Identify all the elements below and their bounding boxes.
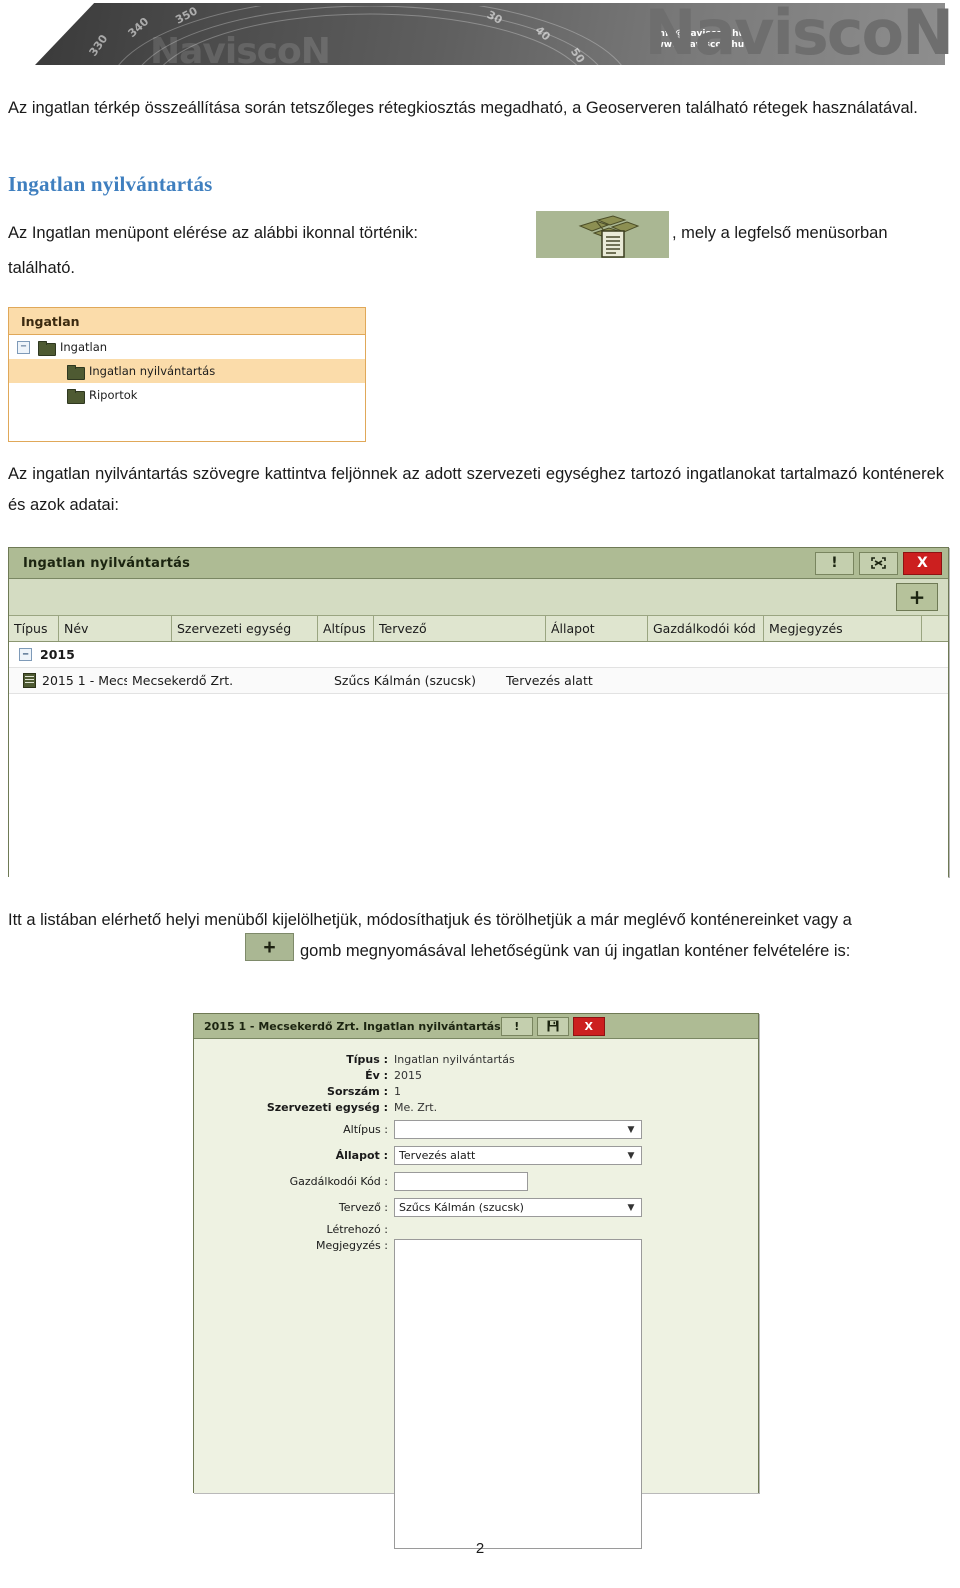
icon-sentence-after: , mely a legfelső menüsorban [672, 224, 888, 242]
altipus-select[interactable]: ▼ [394, 1120, 642, 1139]
field-row-altipus: Altípus : ▼ [194, 1120, 758, 1139]
folder-icon [67, 388, 85, 404]
save-button[interactable] [536, 1016, 569, 1036]
tree-item-label: Riportok [89, 388, 138, 402]
tree-item-label: Ingatlan [60, 340, 108, 354]
tree-item-label: Ingatlan nyilvántartás [89, 364, 216, 378]
column-header-tervezo[interactable]: Tervező [374, 616, 546, 641]
ingatlan-menu-icon-swatch [536, 211, 669, 258]
page-number: 2 [475, 1540, 485, 1557]
field-value-sorszam: 1 [394, 1085, 401, 1098]
floppy-disk-icon [547, 1020, 559, 1032]
tree-item-ingatlan[interactable]: − Ingatlan [9, 335, 365, 359]
field-label-letrehozo: Létrehozó : [326, 1223, 388, 1236]
field-row-tipus: Típus : Ingatlan nyilvántartás [194, 1053, 758, 1066]
field-value-ev: 2015 [394, 1069, 422, 1082]
window-title-bar: Ingatlan nyilvántartás ! X [9, 548, 948, 579]
field-row-szervezeti-egyseg: Szervezeti egység : Me. Zrt. [194, 1101, 758, 1114]
collapse-toggle-icon[interactable]: − [17, 340, 30, 354]
ingatlan-nyilvantartas-window: Ingatlan nyilvántartás ! X + Típus Név S… [8, 547, 949, 880]
column-header-altipus[interactable]: Altípus [318, 616, 374, 641]
dialog-title-bar: 2015 1 - Mecsekerdő Zrt. Ingatlan nyilvá… [194, 1014, 758, 1039]
naviscon-logo: NaviscoN [644, 0, 954, 69]
field-value-szervezeti-egyseg: Me. Zrt. [394, 1101, 438, 1114]
maximize-button[interactable] [859, 551, 898, 575]
column-header-megjegyzes[interactable]: Megjegyzés [764, 616, 922, 641]
tervezo-select[interactable]: Szűcs Kálmán (szucsk) ▼ [394, 1198, 642, 1217]
info-button[interactable]: ! [815, 551, 854, 575]
page-banner: NaviscoN 330 340 350 30 40 50 info@navis… [0, 0, 960, 78]
list-caption-part2: gomb megnyomásával lehetőségünk van új i… [300, 942, 851, 960]
list-caption-part1: Itt a listában elérhető helyi menüből ki… [8, 911, 852, 929]
folder-icon [38, 340, 56, 356]
gazdalkodoi-kod-input[interactable] [394, 1172, 528, 1191]
grid-header-row: Típus Név Szervezeti egység Altípus Terv… [9, 616, 948, 642]
ingatlan-tree-panel: Ingatlan − Ingatlan Ingatlan nyilvántart… [8, 307, 366, 442]
column-header-allapot[interactable]: Állapot [546, 616, 648, 641]
dialog-title-text: 2015 1 - Mecsekerdő Zrt. Ingatlan nyilvá… [204, 1019, 501, 1033]
field-row-tervezo: Tervező : Szűcs Kálmán (szucsk) ▼ [194, 1198, 758, 1217]
container-detail-dialog: 2015 1 - Mecsekerdő Zrt. Ingatlan nyilvá… [193, 1013, 759, 1549]
tree-item-ingatlan-nyilvantartas[interactable]: Ingatlan nyilvántartás [9, 359, 365, 383]
dialog-body: Típus : Ingatlan nyilvántartás Év : 2015… [194, 1039, 758, 1549]
maximize-icon [871, 557, 886, 569]
field-value-tipus: Ingatlan nyilvántartás [394, 1053, 515, 1066]
add-container-button[interactable]: + [896, 583, 938, 611]
allapot-select-value: Tervezés alatt [399, 1149, 476, 1162]
grid-group-row[interactable]: − 2015 [9, 642, 948, 668]
field-row-allapot: Állapot : Tervezés alatt ▼ [194, 1146, 758, 1165]
field-label-altipus: Altípus : [343, 1123, 388, 1136]
inline-add-button-illustration: + [245, 933, 294, 961]
column-header-gazdalkodoi-kod[interactable]: Gazdálkodói kód [648, 616, 764, 641]
close-button[interactable]: X [903, 551, 942, 575]
grid-body: − 2015 2015 1 - Mecs... Mecsekerdő Zrt. … [9, 642, 948, 880]
chevron-down-icon[interactable]: ▼ [621, 1203, 641, 1213]
tervezo-select-value: Szűcs Kálmán (szucsk) [399, 1201, 524, 1214]
group-row-label: 2015 [40, 647, 75, 662]
field-label-ev: Év : [365, 1069, 388, 1082]
cell-nev: 2015 1 - Mecs... [42, 673, 127, 688]
field-label-megjegyzes: Megjegyzés : [315, 1239, 388, 1252]
folder-icon [67, 364, 85, 380]
cell-szervezeti-egyseg: Mecsekerdő Zrt. [132, 673, 234, 688]
close-button[interactable]: X [572, 1016, 605, 1036]
field-label-gazdalkodoi-kod: Gazdálkodói Kód : [289, 1175, 388, 1188]
chevron-down-icon[interactable]: ▼ [621, 1125, 641, 1135]
section-heading: Ingatlan nyilvántartás [8, 172, 213, 196]
field-row-gazdalkodoi-kod: Gazdálkodói Kód : [194, 1172, 758, 1191]
column-header-tipus[interactable]: Típus [9, 616, 59, 641]
icon-sentence-before: Az Ingatlan menüpont elérése az alábbi i… [8, 224, 419, 242]
tree-item-riportok[interactable]: Riportok [9, 383, 365, 407]
table-row[interactable]: 2015 1 - Mecs... Mecsekerdő Zrt. Szűcs K… [9, 668, 948, 694]
info-button[interactable]: ! [500, 1016, 533, 1036]
column-header-spacer [922, 616, 946, 641]
field-label-tervezo: Tervező : [338, 1201, 388, 1214]
field-label-allapot: Állapot : [335, 1149, 388, 1162]
field-row-letrehozo: Létrehozó : [194, 1223, 758, 1236]
intro-paragraph: Az ingatlan térkép összeállítása során t… [8, 99, 918, 117]
column-header-nev[interactable]: Név [59, 616, 172, 641]
ingatlan-map-document-icon [578, 215, 640, 258]
field-label-sorszam: Sorszám : [327, 1085, 388, 1098]
megjegyzes-textarea[interactable] [394, 1239, 642, 1549]
icon-sentence-tail: található. [8, 259, 75, 277]
container-icon [23, 673, 36, 688]
tree-caption-paragraph: Az ingatlan nyilvántartás szövegre katti… [8, 465, 944, 514]
window-toolbar: + [9, 579, 948, 616]
field-label-szervezeti-egyseg: Szervezeti egység : [266, 1101, 388, 1114]
group-collapse-toggle-icon[interactable]: − [19, 648, 32, 661]
tree-panel-header: Ingatlan [9, 308, 365, 335]
window-title-text: Ingatlan nyilvántartás [23, 555, 191, 571]
field-row-megjegyzes: Megjegyzés : [194, 1239, 758, 1549]
field-row-sorszam: Sorszám : 1 [194, 1085, 758, 1098]
chevron-down-icon[interactable]: ▼ [621, 1151, 641, 1161]
allapot-select[interactable]: Tervezés alatt ▼ [394, 1146, 642, 1165]
cell-allapot: Tervezés alatt [506, 673, 593, 688]
field-row-ev: Év : 2015 [194, 1069, 758, 1082]
field-label-tipus: Típus : [346, 1053, 388, 1066]
column-header-szervezeti-egyseg[interactable]: Szervezeti egység [172, 616, 318, 641]
cell-tervezo: Szűcs Kálmán (szucsk) [334, 673, 476, 688]
banner-ghost-wordmark: NaviscoN [150, 31, 331, 72]
